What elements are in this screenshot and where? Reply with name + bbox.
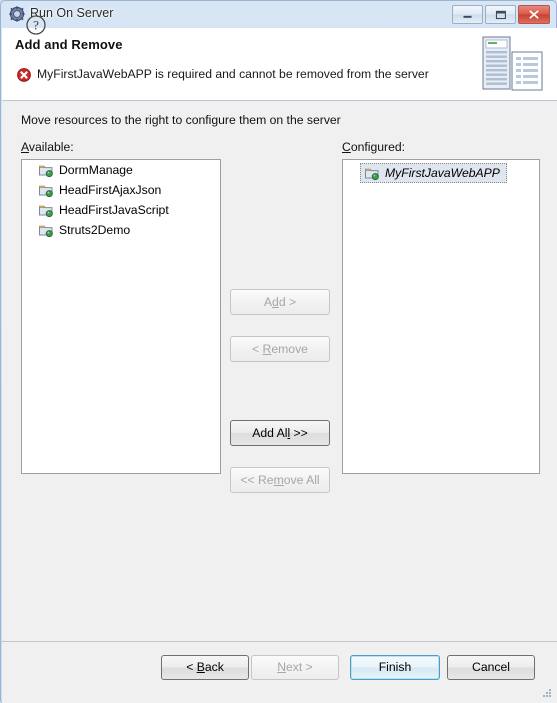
add-all-button[interactable]: Add All >>: [230, 420, 330, 446]
run-on-server-icon: [9, 6, 25, 22]
available-resources-list[interactable]: DormManage HeadFirstAjaxJson HeadFirstJa…: [21, 159, 221, 474]
error-message: MyFirstJavaWebAPP is required and cannot…: [37, 67, 429, 81]
help-icon[interactable]: ?: [25, 14, 47, 36]
list-item-label: MyFirstJavaWebAPP: [385, 166, 500, 180]
project-icon: [38, 182, 54, 198]
project-icon: [38, 222, 54, 238]
resize-grip[interactable]: [541, 687, 553, 699]
finish-button[interactable]: Finish: [350, 655, 440, 680]
error-icon: [16, 67, 32, 83]
remove-button[interactable]: < Remove: [230, 336, 330, 362]
list-item-label: HeadFirstJavaScript: [59, 203, 169, 217]
dialog-body: Move resources to the right to configure…: [2, 101, 557, 641]
minimize-icon: [463, 15, 472, 18]
project-icon: [364, 165, 380, 181]
minimize-button[interactable]: [452, 5, 483, 24]
page-title: Add and Remove: [15, 37, 123, 52]
instruction-text: Move resources to the right to configure…: [21, 113, 341, 127]
list-item-label: Struts2Demo: [59, 223, 131, 237]
list-item-label: HeadFirstAjaxJson: [59, 183, 162, 197]
restore-icon: [495, 10, 506, 20]
available-label: Available:: [21, 140, 74, 154]
maximize-button[interactable]: [485, 5, 516, 24]
next-button[interactable]: Next >: [251, 655, 339, 680]
project-icon: [38, 202, 54, 218]
add-button[interactable]: Add >: [230, 289, 330, 315]
configured-label: Configured:: [342, 140, 406, 154]
list-item[interactable]: MyFirstJavaWebAPP: [360, 163, 507, 183]
run-on-server-dialog: Run On Server Add and Remove MyFirstJava…: [0, 0, 557, 703]
dialog-header: Add and Remove MyFirstJavaWebAPP is requ…: [2, 28, 557, 101]
list-item[interactable]: DormManage: [35, 160, 220, 180]
list-item-label: DormManage: [59, 163, 133, 177]
list-item[interactable]: HeadFirstJavaScript: [35, 200, 220, 220]
close-button[interactable]: [518, 5, 550, 24]
back-button[interactable]: < Back: [161, 655, 249, 680]
list-item[interactable]: HeadFirstAjaxJson: [35, 180, 220, 200]
server-and-document-icon: [481, 36, 547, 94]
svg-text:?: ?: [33, 18, 39, 33]
cancel-button[interactable]: Cancel: [447, 655, 535, 680]
list-item[interactable]: Struts2Demo: [35, 220, 220, 240]
close-icon: [529, 10, 539, 19]
project-icon: [38, 162, 54, 178]
configured-resources-list[interactable]: MyFirstJavaWebAPP: [342, 159, 540, 474]
remove-all-button[interactable]: << Remove All: [230, 467, 330, 493]
title-bar: Run On Server: [1, 1, 556, 28]
